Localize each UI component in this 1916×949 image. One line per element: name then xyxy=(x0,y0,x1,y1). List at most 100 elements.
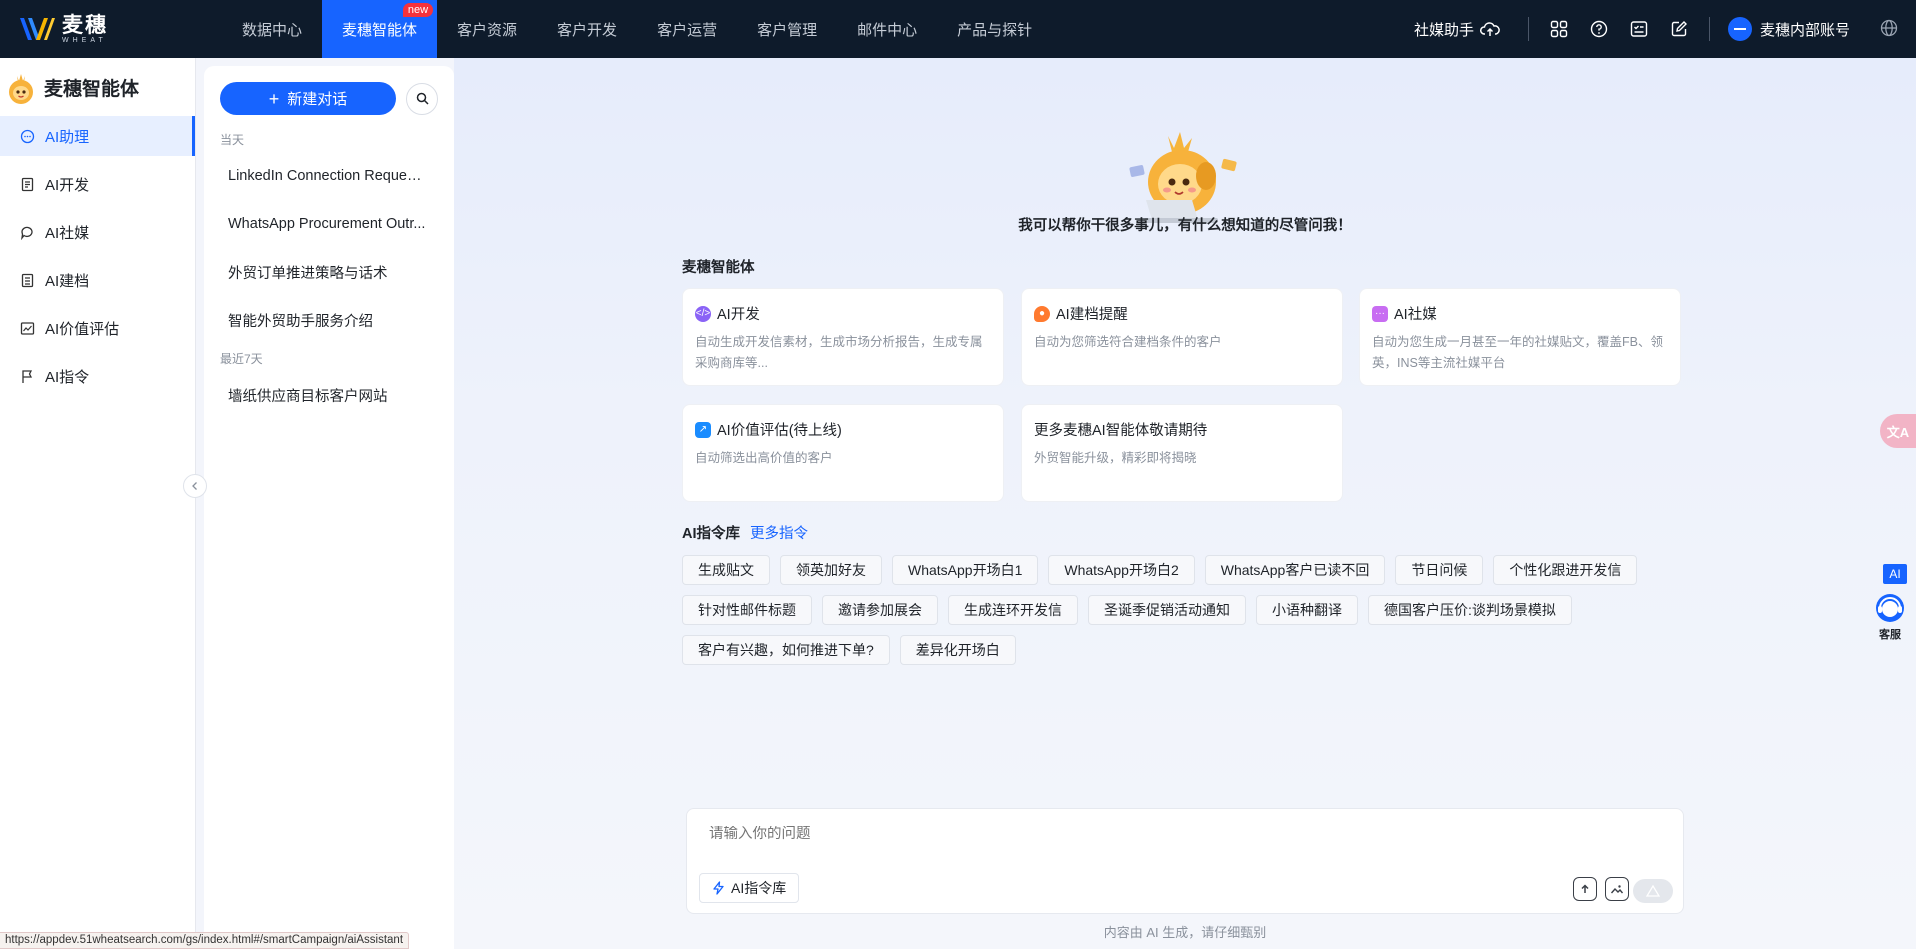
nav-label: 客户运营 xyxy=(657,21,718,39)
file-list-icon xyxy=(21,273,34,287)
nav-item-mail-center[interactable]: 邮件中心 xyxy=(837,0,937,58)
nav-item-customer-resources[interactable]: 客户资源 xyxy=(437,0,537,58)
cloud-upload-icon xyxy=(1479,22,1500,36)
apps-grid-icon[interactable] xyxy=(1539,9,1579,49)
command-chip[interactable]: WhatsApp开场白1 xyxy=(892,555,1039,585)
new-badge: new xyxy=(402,3,434,17)
command-chip[interactable]: 德国客户压价:谈判场景模拟 xyxy=(1368,595,1572,625)
sidebar-item-label: AI建档 xyxy=(45,272,90,290)
command-chip[interactable]: 个性化跟进开发信 xyxy=(1493,555,1638,585)
new-chat-button[interactable]: + 新建对话 xyxy=(220,82,396,115)
nav-item-customer-development[interactable]: 客户开发 xyxy=(537,0,637,58)
command-chip[interactable]: 针对性邮件标题 xyxy=(682,595,812,625)
nav-label: 麦穗智能体 xyxy=(342,21,418,39)
nav-item-customer-operations[interactable]: 客户运营 xyxy=(637,0,737,58)
customer-service-button[interactable]: 客服 xyxy=(1870,592,1910,642)
upload-image-icon[interactable] xyxy=(1605,877,1629,901)
nav-item-agent[interactable]: 麦穗智能体 new xyxy=(322,0,438,58)
ai-badge[interactable]: AI xyxy=(1883,564,1907,584)
upload-file-icon[interactable] xyxy=(1573,877,1597,901)
command-chip[interactable]: 生成贴文 xyxy=(682,555,770,585)
conversation-item[interactable]: WhatsApp Procurement Outr... xyxy=(204,200,454,248)
more-commands-link[interactable]: 更多指令 xyxy=(750,526,808,542)
agent-card-ai-filing-reminder[interactable]: ● AI建档提醒 自动为您筛选符合建档条件的客户 xyxy=(1021,288,1343,386)
nav-item-data-center[interactable]: 数据中心 xyxy=(222,0,322,58)
command-chip[interactable]: 圣诞季促销活动通知 xyxy=(1088,595,1246,625)
account-name: 麦穗内部账号 xyxy=(1759,21,1850,39)
account-menu[interactable]: 麦穗内部账号 xyxy=(1727,17,1850,41)
divider xyxy=(1708,17,1710,41)
agent-card-ai-development[interactable]: </> AI开发 自动生成开发信素材，生成市场分析报告，生成专属采购商库等... xyxy=(682,288,1004,386)
command-chip[interactable]: WhatsApp开场白2 xyxy=(1048,555,1195,585)
conversation-item[interactable]: 墙纸供应商目标客户网站 xyxy=(204,371,454,419)
chevron-left-icon xyxy=(192,482,197,490)
conversation-item[interactable]: LinkedIn Connection Request... xyxy=(204,152,454,200)
sidebar-item-ai-value-assessment[interactable]: AI价值评估 xyxy=(0,308,195,348)
edit-icon[interactable] xyxy=(1659,9,1699,49)
nav-item-products-probes[interactable]: 产品与探针 xyxy=(937,0,1052,58)
search-conversations-button[interactable] xyxy=(406,82,438,115)
conversation-item[interactable]: 智能外贸助手服务介绍 xyxy=(204,296,454,344)
nav-item-customer-management[interactable]: 客户管理 xyxy=(737,0,837,58)
social-helper-button[interactable]: 社媒助手 xyxy=(1414,19,1500,40)
command-chip[interactable]: 差异化开场白 xyxy=(899,635,1016,665)
commands-title: AI指令库 xyxy=(682,526,740,542)
reminder-icon: ● xyxy=(1034,305,1050,322)
trend-up-icon: ↗ xyxy=(695,421,711,438)
conversation-group-label: 当天 xyxy=(220,133,245,147)
flag-icon xyxy=(22,369,33,383)
command-chip[interactable]: 邀请参加展会 xyxy=(822,595,938,625)
translate-icon[interactable]: 文A xyxy=(1880,414,1916,448)
nav-label: 邮件中心 xyxy=(857,21,918,39)
social-helper-label: 社媒助手 xyxy=(1413,21,1474,39)
command-chip[interactable]: 客户有兴趣，如何推进下单? xyxy=(682,635,890,665)
divider xyxy=(1527,17,1529,41)
command-chip[interactable]: 生成连环开发信 xyxy=(948,595,1078,625)
command-chip[interactable]: 小语种翻译 xyxy=(1256,595,1358,625)
social-chat-icon xyxy=(21,226,33,240)
command-chip[interactable]: 节日问候 xyxy=(1395,555,1484,585)
nav-label: 客户开发 xyxy=(557,21,618,39)
question-input[interactable] xyxy=(709,826,1649,842)
agent-card-description: 自动生成开发信素材，生成市场分析报告，生成专属采购商库等... xyxy=(695,335,983,370)
checklist-icon[interactable] xyxy=(1619,9,1659,49)
help-icon[interactable] xyxy=(1579,9,1619,49)
agent-card-description: 自动为您生成一月甚至一年的社媒贴文，覆盖FB、领英，INS等主流社媒平台 xyxy=(1372,335,1663,370)
send-icon xyxy=(1646,885,1660,897)
nav-label: 数据中心 xyxy=(242,21,303,39)
command-chips: 生成贴文 领英加好友 WhatsApp开场白1 WhatsApp开场白2 Wha… xyxy=(682,555,1682,675)
agent-card-title: 更多麦穗AI智能体敬请期待 xyxy=(1034,423,1208,439)
agent-card-description: 自动为您筛选符合建档条件的客户 xyxy=(1034,335,1222,349)
collapse-sidebar-button[interactable] xyxy=(183,474,207,498)
code-icon: </> xyxy=(695,305,711,322)
main-nav: 数据中心 麦穗智能体 new 客户资源 客户开发 客户运营 客户管理 邮件中心 产… xyxy=(222,0,1052,58)
sidebar-item-ai-development[interactable]: AI开发 xyxy=(0,164,195,204)
sidebar-item-ai-commands[interactable]: AI指令 xyxy=(0,356,195,396)
send-button[interactable] xyxy=(1633,879,1673,903)
command-library-button[interactable]: AI指令库 xyxy=(699,873,800,903)
agent-card-title: AI社媒 xyxy=(1394,307,1437,323)
command-chip[interactable]: WhatsApp客户已读不回 xyxy=(1204,555,1386,585)
sidebar-item-ai-filing[interactable]: AI建档 xyxy=(0,260,195,300)
brand-logo[interactable]: 麦穗 WHEAT xyxy=(18,14,208,44)
sidebar-item-ai-assistant[interactable]: AI助理 xyxy=(0,116,195,156)
globe-icon[interactable] xyxy=(1880,19,1898,40)
customer-service-label: 客服 xyxy=(1879,629,1901,641)
agent-card-title: AI建档提醒 xyxy=(1056,307,1128,323)
social-bubble-icon: ··· xyxy=(1372,305,1388,322)
avatar xyxy=(1727,17,1752,41)
top-navigation-bar: 麦穗 WHEAT 数据中心 麦穗智能体 new 客户资源 客户开发 客户运营 客户… xyxy=(0,0,1916,58)
command-library-label: AI指令库 xyxy=(731,880,787,896)
agent-sidebar: 麦穗智能体 AI助理 AI开发 AI社媒 AI建档 AI价值评估 AI指令 xyxy=(0,58,196,949)
sidebar-item-ai-social[interactable]: AI社媒 xyxy=(0,212,195,252)
chat-input-box: AI指令库 xyxy=(686,808,1684,914)
nav-label: 客户管理 xyxy=(757,21,818,39)
command-chip[interactable]: 领英加好友 xyxy=(780,555,882,585)
sidebar-item-label: AI助理 xyxy=(45,128,90,146)
agent-card-title: AI价值评估(待上线) xyxy=(717,423,842,439)
conversation-title: LinkedIn Connection Request... xyxy=(228,168,428,184)
agent-card-ai-social[interactable]: ··· AI社媒 自动为您生成一月甚至一年的社媒贴文，覆盖FB、领英，INS等主… xyxy=(1359,288,1681,386)
agent-card-ai-value-assessment[interactable]: ↗ AI价值评估(待上线) 自动筛选出高价值的客户 xyxy=(682,404,1004,502)
conversation-item[interactable]: 外贸订单推进策略与话术 xyxy=(204,248,454,296)
assistant-main: 我可以帮你干很多事儿，有什么想知道的尽管问我！ 麦穗智能体 </> AI开发 自… xyxy=(454,58,1916,949)
